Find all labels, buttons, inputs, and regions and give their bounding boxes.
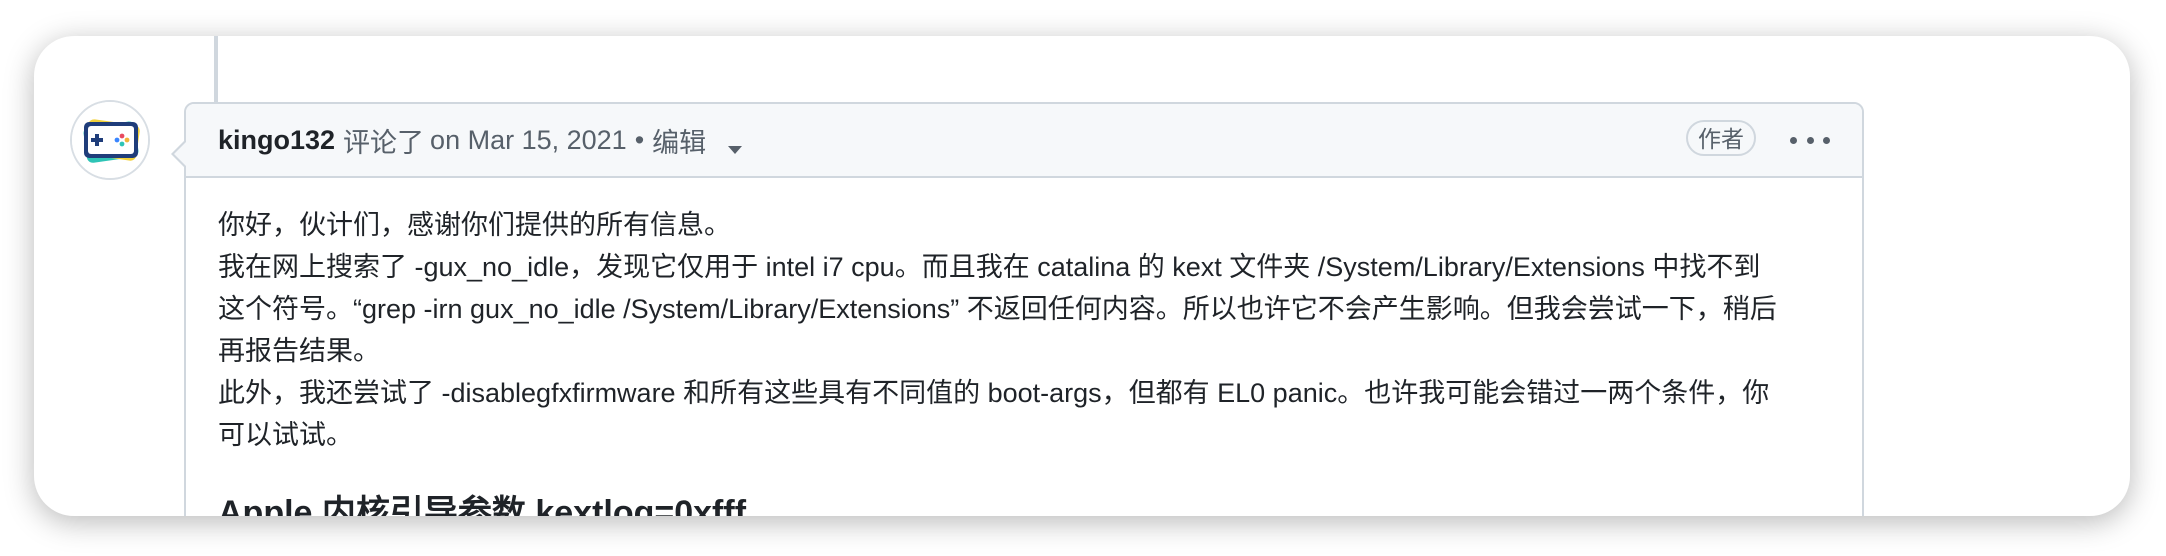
comment-paragraph: 你好，伙计们，感谢你们提供的所有信息。 [218,210,731,240]
gamepad-avatar-icon [72,102,148,178]
kebab-menu-icon[interactable] [1790,126,1830,154]
edit-history-button[interactable]: 编辑 [652,121,742,160]
avatar[interactable] [70,100,150,180]
comment-body: 你好，伙计们，感谢你们提供的所有信息。 我在网上搜索了 -gux_no_idle… [218,204,1778,516]
comment-card: kingo132 评论了 on Mar 15, 2021 • 编辑 作者 你好，… [34,36,2130,516]
separator: • [634,124,645,155]
comment-paragraph: 我在网上搜索了 -gux_no_idle，发现它仅用于 intel i7 cpu… [218,252,1777,366]
author-link[interactable]: kingo132 [218,125,335,156]
comment-header-text: kingo132 评论了 on Mar 15, 2021 • 编辑 [218,104,742,176]
edit-label: 编辑 [652,127,707,158]
comment-paragraph: 此外，我还尝试了 -disablegfxfirmware 和所有这些具有不同值的… [218,378,1770,450]
comment-action: 评论了 [343,127,425,158]
comment-box: kingo132 评论了 on Mar 15, 2021 • 编辑 作者 你好，… [184,102,1864,516]
author-badge: 作者 [1686,120,1756,156]
comment-date[interactable]: on Mar 15, 2021 [430,125,627,156]
comment-header: kingo132 评论了 on Mar 15, 2021 • 编辑 作者 [186,104,1862,178]
comment-pointer-fill [174,142,186,166]
chevron-down-icon [727,145,742,154]
comment-heading: Apple 内核引导参数 kextlog=0xfff [218,494,747,516]
timeline-line [214,36,218,102]
